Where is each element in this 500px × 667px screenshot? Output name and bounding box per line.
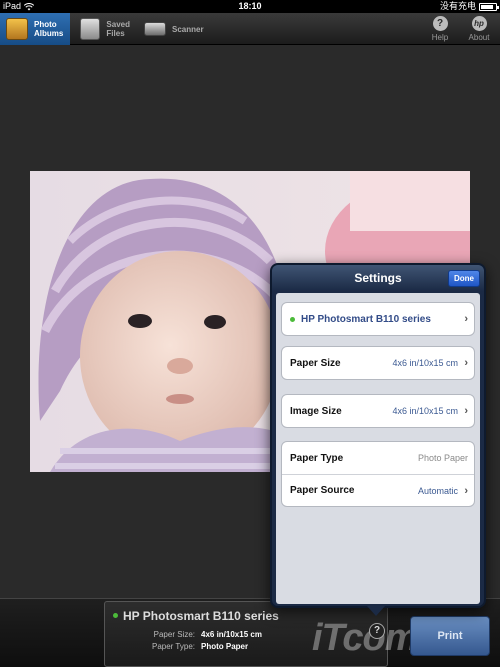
about-label: About [468,33,490,42]
tab-scanner-label: Scanner [172,24,204,34]
hp-logo-icon: hp [471,16,487,31]
help-label: Help [431,33,449,42]
paper-type-label: Paper Type [290,452,344,464]
status-right: 没有充电 [439,0,499,13]
paper-size-value: 4x6 in/10x15 cm [392,358,458,368]
image-size-group: Image Size 4x6 in/10x15 cm › [281,394,475,428]
tab-saved-files[interactable]: Saved Files [74,13,136,45]
about-button[interactable]: hp About [459,16,499,42]
scanner-icon [144,22,166,36]
paper-source-row[interactable]: Paper Source Automatic › [282,474,474,506]
paper-group: Paper Type Photo Paper Paper Source Auto… [281,441,475,507]
tab-photo-albums-label: Photo Albums [34,20,64,38]
help-button[interactable]: ? Help [420,16,460,42]
settings-popover: Settings Done HP Photosmart B110 series … [270,263,486,608]
help-icon[interactable]: ? [369,623,385,639]
paper-size-row[interactable]: Paper Size 4x6 in/10x15 cm › [282,347,474,379]
tab-scanner[interactable]: Scanner [138,13,210,45]
paper-size-group: Paper Size 4x6 in/10x15 cm › [281,346,475,380]
image-size-value: 4x6 in/10x15 cm [392,406,458,416]
chevron-right-icon: › [464,313,468,325]
popover-arrow [367,606,385,616]
paper-size-label: Paper Size [290,357,341,369]
printer-group: HP Photosmart B110 series › [281,302,475,336]
settings-header: Settings Done [272,265,484,291]
charge-status: 没有充电 [439,1,476,11]
question-icon: ? [432,16,448,31]
paper-source-label: Paper Source [290,485,355,496]
top-toolbar: Photo Albums Saved Files Scanner ? Help … [0,13,500,45]
paper-type-row: Paper Type Photo Paper [282,442,474,474]
photo-album-icon [6,18,28,40]
paper-type-value: Photo Paper [417,453,468,463]
chevron-right-icon: › [464,357,468,369]
printer-status-dot [113,613,118,618]
printer-select-row[interactable]: HP Photosmart B110 series › [282,303,474,335]
paper-source-value: Automatic [417,485,458,496]
image-size-row[interactable]: Image Size 4x6 in/10x15 cm › [282,395,474,427]
folder-icon [80,18,101,40]
print-button[interactable]: Print [410,616,490,656]
settings-printer-name: HP Photosmart B110 series [301,313,431,325]
status-bar: iPad 18:10 没有充电 [0,0,500,13]
battery-icon [479,2,499,11]
settings-list: HP Photosmart B110 series › Paper Size 4… [276,293,480,604]
tab-photo-albums[interactable]: Photo Albums [0,13,70,45]
done-button[interactable]: Done [448,270,480,287]
tab-saved-files-label: Saved Files [106,20,130,38]
chevron-right-icon: › [464,484,468,497]
chevron-right-icon: › [464,405,468,417]
printer-online-dot [290,316,295,322]
paper-type-summary: Paper Type: Photo Paper [152,642,249,651]
paper-size-summary: Paper Size: 4x6 in/10x15 cm [153,630,262,639]
clock: 18:10 [238,1,262,11]
printer-name: HP Photosmart B110 series [123,609,279,623]
image-size-label: Image Size [290,405,342,417]
